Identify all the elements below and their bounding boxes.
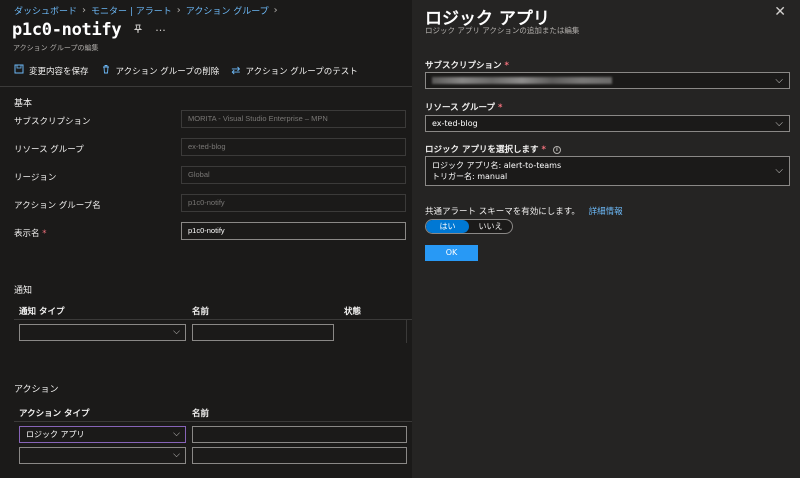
chevron-right-icon: › bbox=[176, 5, 181, 16]
table-divider bbox=[406, 319, 407, 343]
breadcrumb-dashboard[interactable]: ダッシュボード bbox=[14, 4, 77, 17]
region-label: リージョン bbox=[14, 173, 57, 183]
action-group-name-field: p1c0-notify bbox=[181, 194, 406, 212]
subscription-label: サブスクリプション bbox=[14, 117, 91, 127]
notification-type-column: 通知 タイプ bbox=[19, 307, 65, 317]
action-type-dropdown[interactable]: ロジック アプリ ⌵ bbox=[19, 426, 186, 443]
notification-type-dropdown[interactable]: ⌵ bbox=[19, 324, 186, 341]
logic-app-label-text: ロジック アプリを選択します bbox=[425, 145, 539, 155]
chevron-down-icon: ⌵ bbox=[775, 75, 783, 86]
redacted-value bbox=[432, 77, 612, 84]
action-type-column: アクション タイプ bbox=[19, 409, 90, 419]
resource-group-label: リソース グループ * bbox=[425, 101, 502, 113]
learn-more-link[interactable]: 詳細情報 bbox=[589, 207, 623, 217]
divider bbox=[0, 86, 412, 87]
info-icon[interactable]: i bbox=[552, 145, 561, 154]
common-schema-text: 共通アラート スキーマを有効にします。 bbox=[425, 207, 580, 217]
display-name-label-text: 表示名 bbox=[14, 229, 40, 239]
logic-app-label: ロジック アプリを選択します * i bbox=[425, 143, 561, 155]
table-divider bbox=[14, 319, 412, 320]
subscription-dropdown[interactable]: ⌵ bbox=[425, 72, 790, 89]
breadcrumb-action-groups[interactable]: アクション グループ bbox=[186, 4, 269, 17]
title-row: p1c0-notify ··· bbox=[12, 20, 166, 40]
swap-icon: ⇄ bbox=[231, 64, 241, 77]
resource-group-dropdown[interactable]: ex-ted-blog ⌵ bbox=[425, 115, 790, 132]
notification-name-input[interactable] bbox=[192, 324, 334, 341]
ok-button[interactable]: OK bbox=[425, 245, 478, 261]
logic-app-pane: ロジック アプリ ロジック アプリ アクションの追加または編集 ✕ サブスクリプ… bbox=[412, 0, 800, 478]
pane-subtitle: ロジック アプリ アクションの追加または編集 bbox=[425, 26, 580, 35]
save-icon bbox=[14, 64, 24, 77]
common-schema-label: 共通アラート スキーマを有効にします。 詳細情報 bbox=[425, 205, 623, 217]
subscription-label-text: サブスクリプション bbox=[425, 61, 502, 71]
resource-group-label-text: リソース グループ bbox=[425, 103, 496, 113]
pin-icon[interactable] bbox=[133, 24, 143, 37]
more-icon[interactable]: ··· bbox=[155, 24, 166, 37]
required-marker: * bbox=[541, 145, 546, 155]
save-button[interactable]: 変更内容を保存 bbox=[14, 64, 89, 77]
common-schema-toggle[interactable]: はい いいえ bbox=[425, 219, 513, 234]
required-marker: * bbox=[504, 61, 509, 71]
chevron-down-icon: ⌵ bbox=[775, 118, 783, 129]
resource-group-label: リソース グループ bbox=[14, 145, 84, 155]
page-subtitle: アクション グループの編集 bbox=[13, 44, 99, 52]
trigger-name: トリガー名: manual bbox=[432, 172, 508, 181]
display-name-label: 表示名 * bbox=[14, 227, 46, 239]
actions-section-heading: アクション bbox=[14, 385, 59, 395]
action-name-input-empty[interactable] bbox=[192, 447, 407, 464]
logic-app-name: ロジック アプリ名: alert-to-teams bbox=[432, 161, 562, 170]
required-marker: * bbox=[498, 103, 503, 113]
toggle-no[interactable]: いいえ bbox=[469, 220, 512, 233]
action-group-edit-blade: ダッシュボード › モニター | アラート › アクション グループ › p1c… bbox=[0, 0, 412, 478]
notification-status-column: 状態 bbox=[344, 307, 362, 317]
action-name-column: 名前 bbox=[192, 409, 210, 419]
test-button-label: アクション グループのテスト bbox=[245, 66, 358, 77]
test-action-group-button[interactable]: ⇄ アクション グループのテスト bbox=[231, 64, 358, 77]
subscription-label: サブスクリプション * bbox=[425, 59, 509, 71]
delete-button-label: アクション グループの削除 bbox=[115, 66, 220, 77]
toggle-yes[interactable]: はい bbox=[426, 220, 469, 233]
page-title: p1c0-notify bbox=[12, 20, 122, 40]
basic-section-heading: 基本 bbox=[14, 99, 33, 109]
chevron-down-icon: ⌵ bbox=[173, 450, 180, 460]
resource-group-value: ex-ted-blog bbox=[432, 119, 478, 128]
close-icon[interactable]: ✕ bbox=[774, 4, 786, 20]
trash-icon bbox=[101, 64, 111, 77]
required-marker: * bbox=[42, 229, 47, 239]
table-divider bbox=[14, 421, 412, 422]
resource-group-field: ex-ted-blog bbox=[181, 138, 406, 156]
action-type-dropdown-empty[interactable]: ⌵ bbox=[19, 447, 186, 464]
action-group-name-label: アクション グループ名 bbox=[14, 201, 101, 211]
command-bar: 変更内容を保存 アクション グループの削除 ⇄ アクション グループのテスト bbox=[14, 64, 358, 77]
chevron-down-icon: ⌵ bbox=[173, 327, 180, 337]
breadcrumb-monitor-alerts[interactable]: モニター | アラート bbox=[91, 4, 172, 17]
region-field: Global bbox=[181, 166, 406, 184]
chevron-down-icon: ⌵ bbox=[173, 429, 180, 439]
chevron-right-icon: › bbox=[82, 5, 87, 16]
save-button-label: 変更内容を保存 bbox=[29, 66, 89, 77]
action-name-input[interactable] bbox=[192, 426, 407, 443]
delete-action-group-button[interactable]: アクション グループの削除 bbox=[101, 64, 220, 77]
breadcrumb: ダッシュボード › モニター | アラート › アクション グループ › bbox=[14, 4, 278, 17]
notification-name-column: 名前 bbox=[192, 307, 210, 317]
chevron-down-icon: ⌵ bbox=[775, 165, 783, 176]
notification-section-heading: 通知 bbox=[14, 286, 33, 296]
action-type-value: ロジック アプリ bbox=[26, 430, 85, 439]
chevron-right-icon: › bbox=[273, 5, 278, 16]
display-name-input[interactable]: p1c0-notify bbox=[181, 222, 406, 240]
subscription-field: MORITA - Visual Studio Enterprise – MPN bbox=[181, 110, 406, 128]
logic-app-dropdown[interactable]: ロジック アプリ名: alert-to-teams トリガー名: manual … bbox=[425, 156, 790, 186]
